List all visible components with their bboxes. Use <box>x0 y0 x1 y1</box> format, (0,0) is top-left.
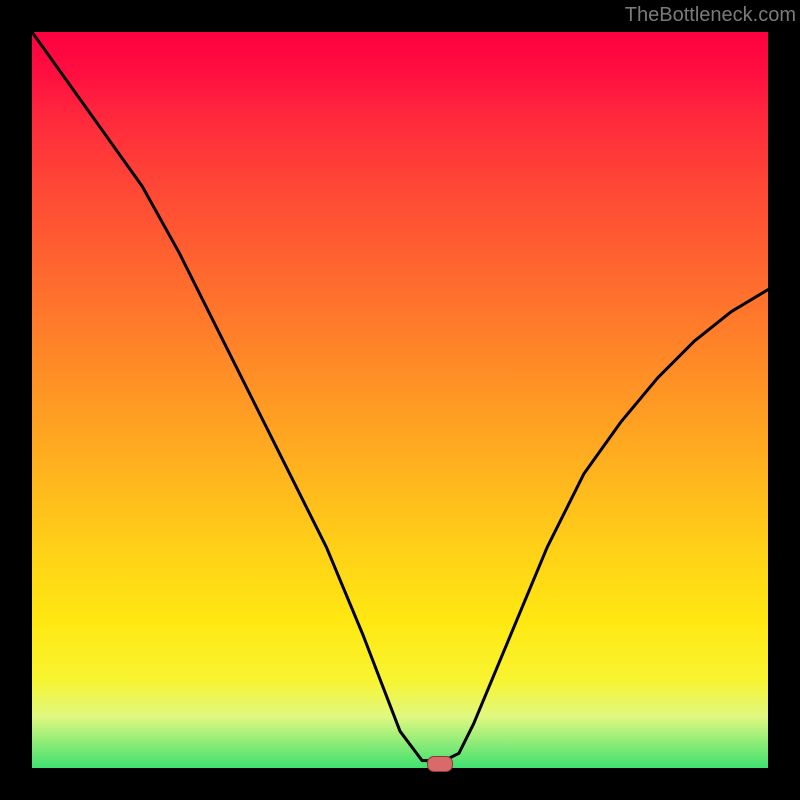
attribution-label: TheBottleneck.com <box>625 4 796 27</box>
plot-area <box>32 32 768 768</box>
optimal-marker <box>427 756 453 772</box>
chart-stage: TheBottleneck.com <box>0 0 800 800</box>
curve-layer <box>32 32 768 768</box>
bottleneck-curve <box>32 32 768 761</box>
